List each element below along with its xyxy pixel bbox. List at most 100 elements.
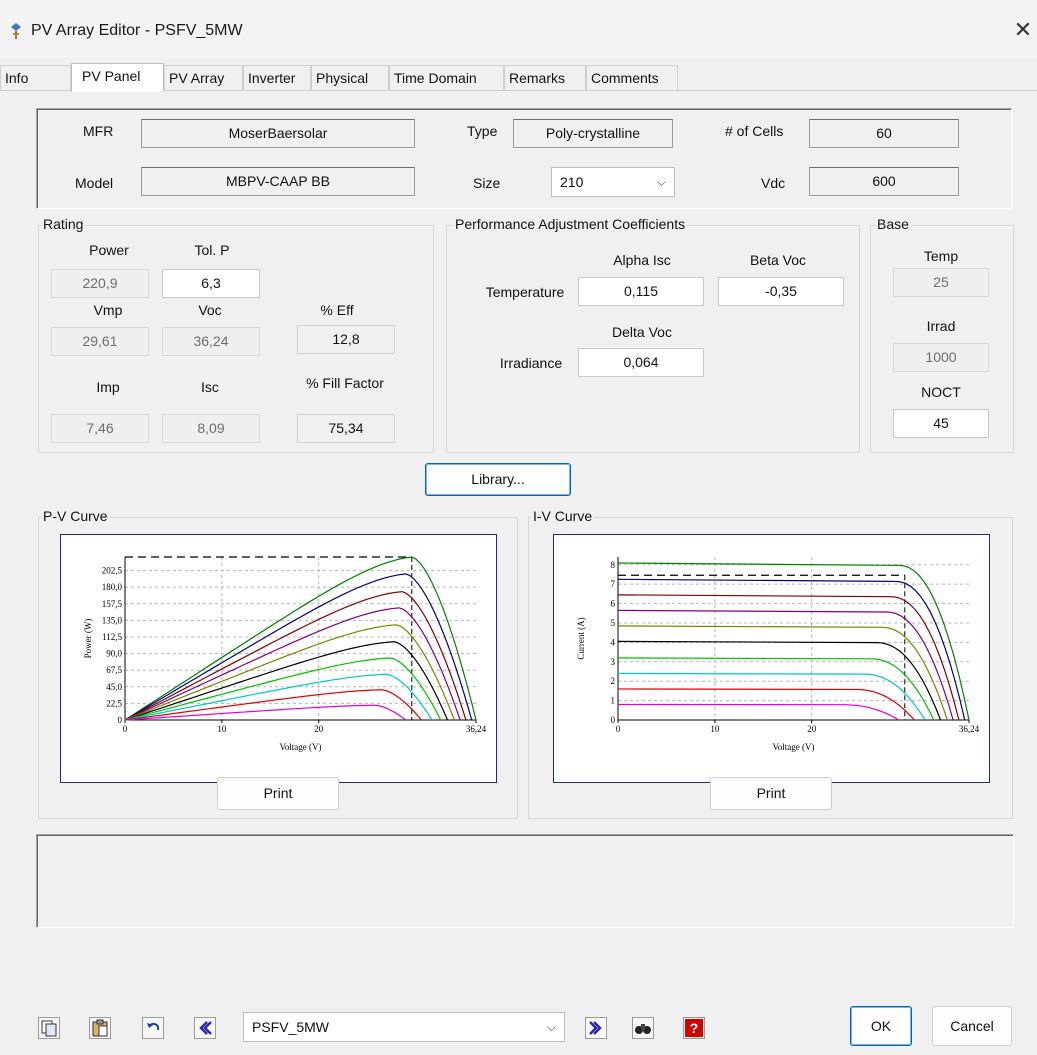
- x-tick-label: 20: [807, 724, 817, 734]
- previous-record-icon[interactable]: [194, 1017, 216, 1039]
- alpha-field[interactable]: 0,115: [578, 277, 704, 306]
- tab-label: Info: [5, 70, 29, 86]
- y-axis-label: Power (W): [83, 619, 93, 659]
- iv-series-line: [617, 594, 960, 721]
- window-title: PV Array Editor - PSFV_5MW: [31, 22, 243, 39]
- panel-info-box: MFR MoserBaersolar Type Poly-crystalline…: [36, 108, 1012, 209]
- iv-series-line: [617, 625, 948, 721]
- tab-label: Comments: [591, 70, 659, 86]
- library-button[interactable]: Library...: [425, 463, 571, 496]
- pv-chart: 0 10 20 36,24 0 22,5 45,0 67,5 90,0 112,5 135,0 157…: [83, 556, 487, 752]
- base-title: Base: [875, 216, 911, 232]
- isc-label: Isc: [201, 379, 219, 395]
- tab-pv-panel[interactable]: PV Panel: [71, 63, 164, 92]
- beta-label: Beta Voc: [749, 252, 807, 268]
- y-tick-label: 22,5: [106, 698, 122, 708]
- y-tick-label: 2: [611, 676, 616, 686]
- tab-pv-array[interactable]: PV Array: [164, 65, 243, 91]
- record-select[interactable]: PSFV_5MW ⌵: [243, 1012, 565, 1042]
- irrad-label: Irrad: [926, 318, 956, 334]
- tab-info[interactable]: Info: [0, 65, 71, 91]
- y-axis-label: Current (A): [576, 617, 586, 659]
- iv-plot-area: 0 10 20 36,24 0 1 2 3 4 5 6 7 8 Voltage (V) Current (A…: [553, 534, 990, 783]
- model-label: Model: [75, 175, 114, 191]
- pv-array-editor-window: PV Array Editor - PSFV_5MW ✕ Info PV Pan…: [0, 0, 1037, 1055]
- y-tick-label: 202,5: [102, 566, 123, 576]
- cancel-button[interactable]: Cancel: [932, 1006, 1012, 1046]
- model-field[interactable]: MBPV-CAAP BB: [141, 167, 415, 196]
- temp-label: Temp: [923, 248, 959, 264]
- delta-field[interactable]: 0,064: [578, 348, 704, 377]
- vdc-field[interactable]: 600: [809, 167, 959, 196]
- record-select-value: PSFV_5MW: [252, 1019, 330, 1035]
- imp-field: 7,46: [51, 414, 149, 443]
- tab-physical[interactable]: Physical: [311, 65, 389, 91]
- pv-curve-title: P-V Curve: [41, 508, 110, 524]
- y-tick-label: 180,0: [102, 582, 123, 592]
- beta-field[interactable]: -0,35: [718, 277, 844, 306]
- y-tick-label: 90,0: [106, 649, 122, 659]
- iv-series-line: [617, 672, 926, 721]
- y-tick-label: 112,5: [102, 632, 122, 642]
- iv-chart: 0 10 20 36,24 0 1 2 3 4 5 6 7 8 Voltage (V) Current (A…: [576, 557, 980, 752]
- message-box: [36, 834, 1014, 928]
- pac-title: Performance Adjustment Coefficients: [453, 216, 688, 232]
- tab-label: Physical: [316, 70, 369, 86]
- next-record-icon[interactable]: [585, 1017, 607, 1039]
- tab-label: Inverter: [248, 70, 296, 86]
- x-tick-label: 0: [616, 724, 621, 734]
- help-icon[interactable]: ?: [683, 1017, 705, 1039]
- x-tick-label: 10: [217, 724, 227, 734]
- irradiance-label: Irradiance: [499, 355, 563, 371]
- type-field[interactable]: Poly-crystalline: [513, 119, 673, 148]
- tolp-label: Tol. P: [194, 242, 230, 258]
- isc-field: 8,09: [162, 414, 260, 443]
- y-tick-label: 4: [611, 637, 616, 647]
- size-label: Size: [473, 175, 501, 191]
- iv-print-button[interactable]: Print: [710, 777, 832, 810]
- tab-label: Remarks: [509, 70, 566, 86]
- y-tick-label: 7: [611, 579, 616, 589]
- binoculars-icon[interactable]: [632, 1017, 654, 1039]
- tab-inverter[interactable]: Inverter: [243, 65, 311, 91]
- x-tick-label: 0: [123, 724, 128, 734]
- base-group: Base Temp 25 Irrad 1000 NOCT 45: [870, 216, 1014, 453]
- tolp-field[interactable]: 6,3: [162, 269, 260, 298]
- voc-label: Voc: [198, 302, 222, 318]
- svg-text:?: ?: [690, 1020, 699, 1036]
- type-label: Type: [467, 123, 498, 139]
- imp-label: Imp: [96, 379, 120, 395]
- x-axis-label: Voltage (V): [279, 742, 321, 752]
- noct-field[interactable]: 45: [893, 409, 989, 438]
- tab-comments[interactable]: Comments: [586, 65, 678, 91]
- close-icon[interactable]: ✕: [1010, 17, 1036, 43]
- y-tick-label: 1: [611, 696, 616, 706]
- paste-icon[interactable]: [89, 1017, 111, 1039]
- size-select[interactable]: 210 ⌵: [551, 167, 675, 197]
- pv-print-button[interactable]: Print: [217, 777, 339, 810]
- mfr-field[interactable]: MoserBaersolar: [141, 119, 415, 148]
- undo-icon[interactable]: [142, 1017, 164, 1039]
- y-tick-label: 0: [611, 715, 616, 725]
- ok-button[interactable]: OK: [850, 1006, 912, 1046]
- iv-curve-group: I-V Curve 0 10 20 36,24 0 1 2 3 4 5 6 7 8 Voltage (V)…: [528, 508, 1013, 819]
- y-tick-label: 8: [611, 560, 616, 570]
- y-tick-label: 157,5: [102, 599, 123, 609]
- ff-label: % Fill Factor: [306, 375, 384, 391]
- y-tick-label: 3: [611, 657, 616, 667]
- rating-title: Rating: [41, 216, 86, 232]
- voc-field: 36,24: [162, 327, 260, 356]
- chevron-down-icon: ⌵: [656, 175, 666, 189]
- size-select-value: 210: [560, 174, 584, 190]
- iv-series-line: [617, 703, 900, 721]
- irrad-field: 1000: [893, 343, 989, 372]
- tab-remarks[interactable]: Remarks: [504, 65, 586, 91]
- tab-time-domain[interactable]: Time Domain: [389, 65, 504, 91]
- ff-field: 75,34: [297, 414, 395, 443]
- cells-field[interactable]: 60: [809, 119, 959, 148]
- x-tick-label: 36,24: [959, 724, 980, 734]
- copy-icon[interactable]: [38, 1017, 60, 1039]
- temp-field: 25: [893, 268, 989, 297]
- noct-label: NOCT: [921, 384, 961, 400]
- vdc-label: Vdc: [761, 175, 786, 191]
